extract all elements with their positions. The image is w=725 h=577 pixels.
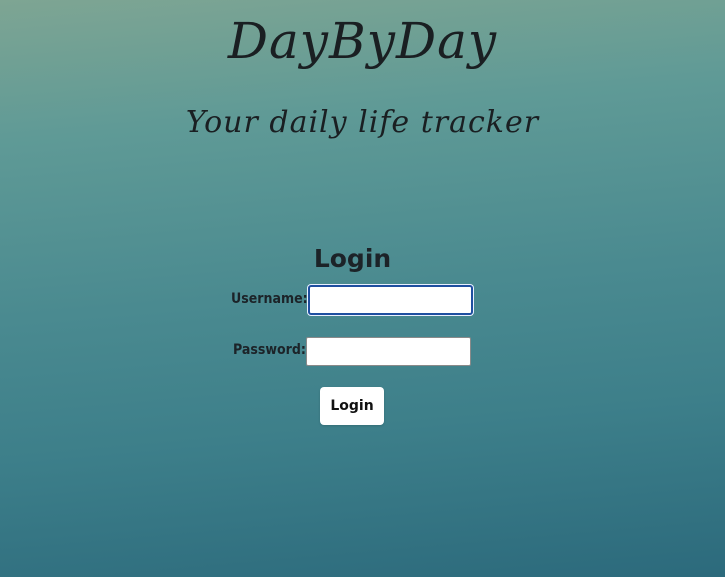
login-button[interactable]: Login bbox=[320, 387, 384, 425]
app-logo: DayByDay bbox=[227, 12, 498, 70]
username-label: Username: bbox=[231, 291, 308, 307]
app-tagline: Your daily life tracker bbox=[185, 105, 540, 140]
login-title: Login bbox=[313, 244, 392, 273]
username-input[interactable] bbox=[308, 285, 473, 315]
password-label: Password: bbox=[233, 342, 306, 358]
password-input[interactable] bbox=[306, 337, 471, 366]
